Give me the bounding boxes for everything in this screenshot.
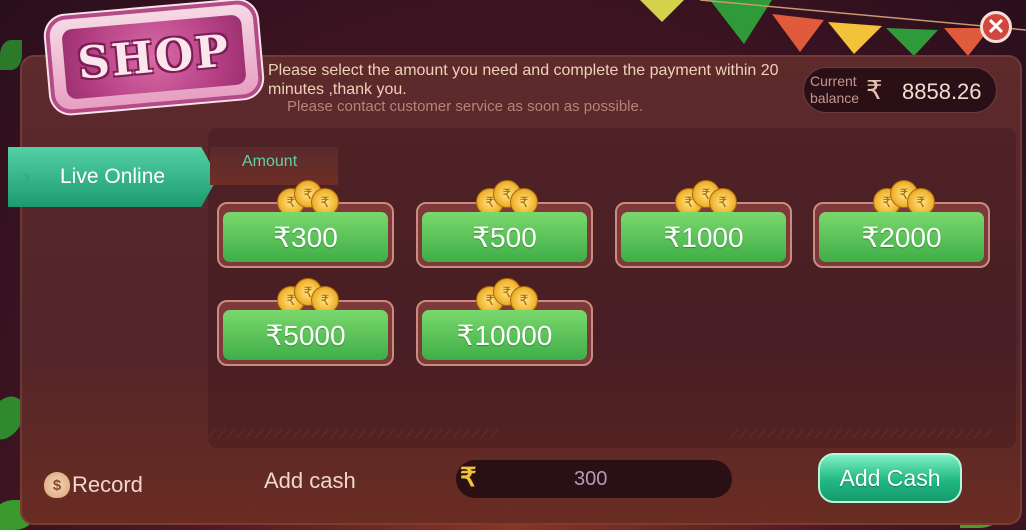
amount-option-label: ₹500 bbox=[422, 212, 587, 262]
amount-option-10000[interactable]: ₹ ₹ ₹ ₹10000 bbox=[416, 278, 593, 366]
amount-option-1000[interactable]: ₹ ₹ ₹ ₹1000 bbox=[615, 180, 792, 268]
tab-live-online[interactable]: › Live Online bbox=[8, 147, 218, 207]
shop-title: SHOP bbox=[75, 24, 233, 90]
tab-label: Live Online bbox=[60, 165, 166, 188]
rupee-icon: ₹ bbox=[460, 462, 477, 492]
record-button[interactable]: $ Record bbox=[44, 472, 143, 498]
add-cash-label: Add cash bbox=[264, 468, 356, 493]
cash-amount-value: 300 bbox=[574, 468, 608, 490]
divider-left: ⟋⟋⟋⟋⟋⟋⟋⟋⟋⟋⟋⟋⟋⟋⟋⟋⟋⟋⟋⟋⟋⟋⟋⟋⟋⟋⟋⟋⟋⟋⟋⟋⟋⟋⟋⟋⟋⟋ bbox=[208, 427, 498, 439]
divider-right: ⟋⟋⟋⟋⟋⟋⟋⟋⟋⟋⟋⟋⟋⟋⟋⟋⟋⟋⟋⟋⟋⟋⟋⟋⟋⟋⟋⟋⟋⟋⟋⟋⟋⟋ bbox=[730, 427, 994, 439]
close-icon: ✕ bbox=[986, 14, 1006, 39]
amount-option-2000[interactable]: ₹ ₹ ₹ ₹2000 bbox=[813, 180, 990, 268]
contact-notice: Please contact customer service as soon … bbox=[287, 98, 644, 115]
shop-badge-inner: SHOP bbox=[61, 14, 247, 100]
leaf-decoration bbox=[0, 40, 22, 70]
balance-value: 8858.26 bbox=[902, 79, 982, 104]
shop-badge: SHOP bbox=[48, 3, 260, 111]
amount-option-label: ₹5000 bbox=[223, 310, 388, 360]
balance-label: Current balance bbox=[810, 73, 860, 106]
bunting-decoration bbox=[640, 0, 1026, 56]
money-bag-icon: $ bbox=[44, 472, 70, 498]
cash-amount-input[interactable]: ₹ 300 bbox=[456, 460, 732, 498]
add-cash-button[interactable]: Add Cash bbox=[818, 453, 962, 503]
amount-option-label: ₹2000 bbox=[819, 212, 984, 262]
amount-option-500[interactable]: ₹ ₹ ₹ ₹500 bbox=[416, 180, 593, 268]
amount-section-label: Amount bbox=[210, 147, 338, 185]
payment-notice: Please select the amount you need and co… bbox=[268, 62, 779, 98]
amount-option-label: ₹300 bbox=[223, 212, 388, 262]
record-label: Record bbox=[72, 472, 143, 497]
amount-option-300[interactable]: ₹ ₹ ₹ ₹300 bbox=[217, 180, 394, 268]
chevron-right-icon: › bbox=[22, 161, 32, 192]
amount-option-label: ₹10000 bbox=[422, 310, 587, 360]
close-button[interactable]: ✕ bbox=[980, 11, 1012, 43]
amount-option-5000[interactable]: ₹ ₹ ₹ ₹5000 bbox=[217, 278, 394, 366]
current-balance: Current balance ₹ 8858.26 bbox=[803, 67, 997, 113]
rupee-icon: ₹ bbox=[866, 75, 883, 105]
amount-option-label: ₹1000 bbox=[621, 212, 786, 262]
